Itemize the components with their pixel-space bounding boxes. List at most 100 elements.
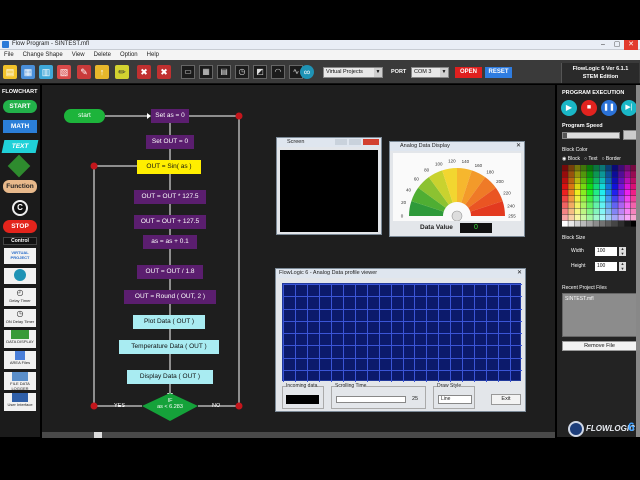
color-swatch (599, 202, 606, 208)
timer-icon: ◷ (16, 309, 24, 318)
menu-delete[interactable]: Delete (94, 50, 111, 60)
flow-node-sin[interactable]: OUT = Sin( as ) (137, 160, 201, 174)
flow-node-plot-data[interactable]: Plot Data ( OUT ) (133, 315, 205, 329)
menu-file[interactable]: File (4, 50, 14, 60)
scroll-thumb[interactable] (94, 432, 102, 438)
display-icon (11, 330, 29, 339)
flow-node-add[interactable]: OUT = OUT + 127.5 (134, 215, 206, 229)
minimize-button[interactable] (335, 139, 347, 145)
flow-node-set-out[interactable]: Set OUT = 0 (146, 135, 194, 149)
save-file-icon[interactable]: ▥ (39, 65, 53, 79)
arduino-icon[interactable]: ∞ (300, 65, 314, 79)
grid-view-icon[interactable]: ▦ (199, 65, 213, 79)
flow-node-round[interactable]: OUT = Round ( OUT, 2 ) (124, 290, 216, 304)
project-select[interactable]: Virtual Projects ▼ (323, 67, 383, 78)
pause-icon[interactable]: ❚❚ (601, 100, 617, 116)
chart-view-icon[interactable]: ◩ (253, 65, 267, 79)
right-panel-scrollbar[interactable] (636, 85, 640, 437)
maximize-button[interactable] (349, 139, 361, 145)
slider-thumb[interactable] (563, 133, 567, 138)
menu-help[interactable]: Help (147, 50, 159, 60)
palette-virtual-project[interactable]: VIRTUAL PROJECT (4, 248, 36, 264)
color-swatch (624, 189, 631, 196)
menu-view[interactable]: View (72, 50, 85, 60)
palette-delay-timer[interactable]: ◴ Delay Timer (4, 288, 36, 306)
exit-button[interactable]: Exit (491, 394, 521, 405)
brand-line2: STEM Edition (582, 74, 619, 80)
decision-label[interactable]: IF as < 6.283 (154, 398, 186, 410)
width-input[interactable]: 100 (595, 247, 617, 256)
recent-files-list[interactable]: SINTEST.mfl (562, 293, 637, 337)
play-icon[interactable]: ▶ (561, 100, 577, 116)
palette-area-files[interactable]: AREA Files (4, 351, 36, 369)
open-port-button[interactable]: OPEN (455, 67, 482, 78)
palette-user-interface[interactable]: User Interface (4, 393, 36, 411)
color-swatch (580, 196, 587, 202)
menu-change-shape[interactable]: Change Shape (23, 50, 63, 60)
color-swatch (605, 220, 612, 227)
delete-shape-icon[interactable]: ✖ (137, 65, 151, 79)
radio-text[interactable]: ○ Text (584, 156, 598, 162)
height-input[interactable]: 100 (595, 262, 617, 271)
palette-start[interactable]: START (3, 100, 37, 113)
color-picker-grid[interactable] (562, 165, 637, 227)
scrolling-time-slider[interactable] (336, 396, 406, 403)
new-file-icon[interactable]: ▤ (3, 65, 17, 79)
palette-data-display[interactable]: DATA DISPLAY (4, 330, 36, 348)
start-node[interactable]: start (64, 109, 105, 123)
radio-border[interactable]: ○ Border (602, 156, 621, 162)
palette-function[interactable]: Function (3, 180, 37, 193)
flow-node-set-as[interactable]: Set as = 0 (151, 109, 189, 123)
save-as-icon[interactable]: ▧ (57, 65, 71, 79)
color-swatch (599, 214, 606, 221)
palette-math[interactable]: MATH (3, 120, 37, 133)
close-button[interactable] (363, 139, 379, 145)
draw-style-select[interactable]: Line (438, 395, 472, 404)
color-swatch (562, 220, 568, 227)
reset-button[interactable]: RESET (485, 67, 512, 78)
delete-all-icon[interactable]: ✖ (157, 65, 171, 79)
flow-node-increment[interactable]: as = as + 0.1 (143, 235, 197, 249)
flow-node-temperature-data[interactable]: Temperature Data ( OUT ) (119, 340, 219, 354)
stop-icon[interactable]: ■ (581, 100, 597, 116)
console-icon[interactable]: ▭ (181, 65, 195, 79)
palette-on-delay-timer[interactable]: ◷ ON Delay Timer (4, 309, 36, 327)
radio-block[interactable]: ◉ Block (562, 156, 580, 162)
profile-plot-area (282, 283, 523, 383)
palette-file-data-logger[interactable]: FILE DATA LOGGER (4, 372, 36, 391)
flow-node-divide[interactable]: OUT = OUT / 1.8 (137, 265, 203, 279)
pencil-icon[interactable]: ✏ (115, 65, 129, 79)
close-button[interactable]: ✕ (624, 40, 638, 50)
palette-c[interactable]: C (12, 200, 28, 216)
gauge-tick-label: 100 (435, 162, 443, 167)
palette-arduino[interactable] (4, 268, 36, 284)
menu-option[interactable]: Option (120, 50, 138, 60)
flow-node-display-data[interactable]: Display Data ( OUT ) (127, 370, 213, 384)
palette-decision[interactable] (7, 154, 31, 178)
gauge-tick-label: 220 (503, 191, 511, 196)
maximize-button[interactable]: ▢ (610, 40, 624, 50)
step-icon[interactable]: ▶| (621, 100, 637, 116)
palette-stop[interactable]: STOP (3, 220, 37, 233)
minimize-button[interactable]: – (596, 40, 610, 50)
gauge-view-icon[interactable]: ◠ (271, 65, 285, 79)
canvas-hscrollbar[interactable] (42, 432, 555, 438)
recent-file-item[interactable]: SINTEST.mfl (563, 294, 636, 304)
close-icon[interactable]: ✕ (516, 142, 521, 151)
arrow-up-icon[interactable]: ↑ (95, 65, 109, 79)
incoming-data-group: Incoming data (282, 383, 324, 409)
edit-tool-icon[interactable]: ✎ (77, 65, 91, 79)
port-select[interactable]: COM 3 ▼ (411, 67, 449, 78)
table-view-icon[interactable]: ▤ (217, 65, 231, 79)
flow-node-multiply[interactable]: OUT = OUT * 127.5 (134, 190, 206, 204)
remove-file-button[interactable]: Remove File (562, 341, 637, 351)
open-file-icon[interactable]: ▦ (21, 65, 35, 79)
height-stepper[interactable]: ▲ ▼ (619, 261, 626, 271)
color-swatches[interactable] (562, 165, 637, 227)
timer-icon[interactable]: ◷ (235, 65, 249, 79)
program-speed-slider[interactable] (562, 132, 620, 139)
close-icon[interactable]: ✕ (517, 269, 522, 278)
color-swatch (624, 165, 631, 171)
palette-text[interactable]: TEXT (1, 140, 39, 153)
width-stepper[interactable]: ▲ ▼ (619, 246, 626, 256)
